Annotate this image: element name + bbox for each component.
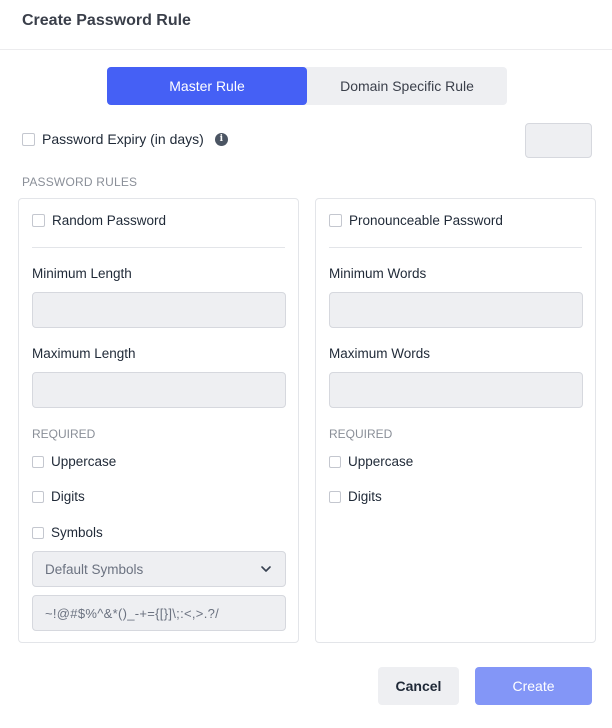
uppercase-checkbox[interactable] bbox=[329, 455, 341, 468]
digits-label: Digits bbox=[348, 489, 382, 504]
create-button[interactable]: Create bbox=[475, 667, 592, 705]
symbols-select[interactable]: Default Symbols bbox=[32, 551, 286, 587]
info-icon[interactable]: i bbox=[214, 132, 228, 146]
divider bbox=[32, 247, 285, 248]
digits-checkbox[interactable] bbox=[32, 490, 44, 503]
symbols-input[interactable]: ~!@#$%^&*()_-+={[}]\;:<,>.?/ bbox=[32, 595, 286, 631]
required-uppercase[interactable]: Uppercase bbox=[329, 454, 413, 469]
divider bbox=[329, 247, 582, 248]
pronounceable-password-panel: Pronounceable Password Minimum Words Max… bbox=[315, 198, 596, 643]
minimum-words-input[interactable] bbox=[329, 292, 583, 328]
uppercase-checkbox[interactable] bbox=[32, 455, 44, 468]
uppercase-label: Uppercase bbox=[51, 454, 117, 469]
minimum-words-label: Minimum Words bbox=[329, 266, 427, 281]
password-rules-heading: PASSWORD RULES bbox=[22, 175, 138, 189]
uppercase-label: Uppercase bbox=[348, 454, 414, 469]
random-password-row: Random Password bbox=[32, 213, 166, 228]
required-digits[interactable]: Digits bbox=[329, 489, 382, 504]
digits-checkbox[interactable] bbox=[329, 490, 341, 503]
random-password-panel: Random Password Minimum Length Maximum L… bbox=[18, 198, 299, 643]
symbols-select-value: Default Symbols bbox=[45, 561, 144, 577]
password-expiry-label: Password Expiry (in days) bbox=[42, 131, 204, 147]
required-symbols[interactable]: Symbols bbox=[32, 525, 103, 540]
password-expiry-row: Password Expiry (in days) i bbox=[22, 131, 228, 147]
dialog-header: Create Password Rule bbox=[0, 0, 612, 50]
pronounceable-password-row: Pronounceable Password bbox=[329, 213, 503, 228]
required-heading: REQUIRED bbox=[32, 427, 96, 441]
maximum-words-label: Maximum Words bbox=[329, 346, 431, 361]
random-password-checkbox[interactable] bbox=[32, 214, 45, 227]
symbols-label: Symbols bbox=[51, 525, 103, 540]
digits-label: Digits bbox=[51, 489, 85, 504]
pronounceable-password-checkbox[interactable] bbox=[329, 214, 342, 227]
minimum-length-label: Minimum Length bbox=[32, 266, 132, 281]
password-expiry-checkbox[interactable] bbox=[22, 132, 35, 146]
required-uppercase[interactable]: Uppercase bbox=[32, 454, 116, 469]
tab-master-rule[interactable]: Master Rule bbox=[107, 67, 307, 105]
maximum-words-input[interactable] bbox=[329, 372, 583, 408]
chevron-down-icon bbox=[261, 566, 271, 572]
maximum-length-label: Maximum Length bbox=[32, 346, 136, 361]
symbols-checkbox[interactable] bbox=[32, 526, 44, 539]
maximum-length-input[interactable] bbox=[32, 372, 286, 408]
required-heading: REQUIRED bbox=[329, 427, 393, 441]
tab-domain-specific-rule[interactable]: Domain Specific Rule bbox=[307, 67, 507, 105]
minimum-length-input[interactable] bbox=[32, 292, 286, 328]
password-expiry-input[interactable] bbox=[525, 123, 592, 158]
random-password-label: Random Password bbox=[52, 213, 167, 228]
cancel-button[interactable]: Cancel bbox=[378, 667, 459, 705]
rule-type-tabs: Master Rule Domain Specific Rule bbox=[107, 67, 507, 105]
pronounceable-password-label: Pronounceable Password bbox=[349, 213, 503, 228]
required-digits[interactable]: Digits bbox=[32, 489, 85, 504]
dialog-title: Create Password Rule bbox=[22, 12, 191, 29]
